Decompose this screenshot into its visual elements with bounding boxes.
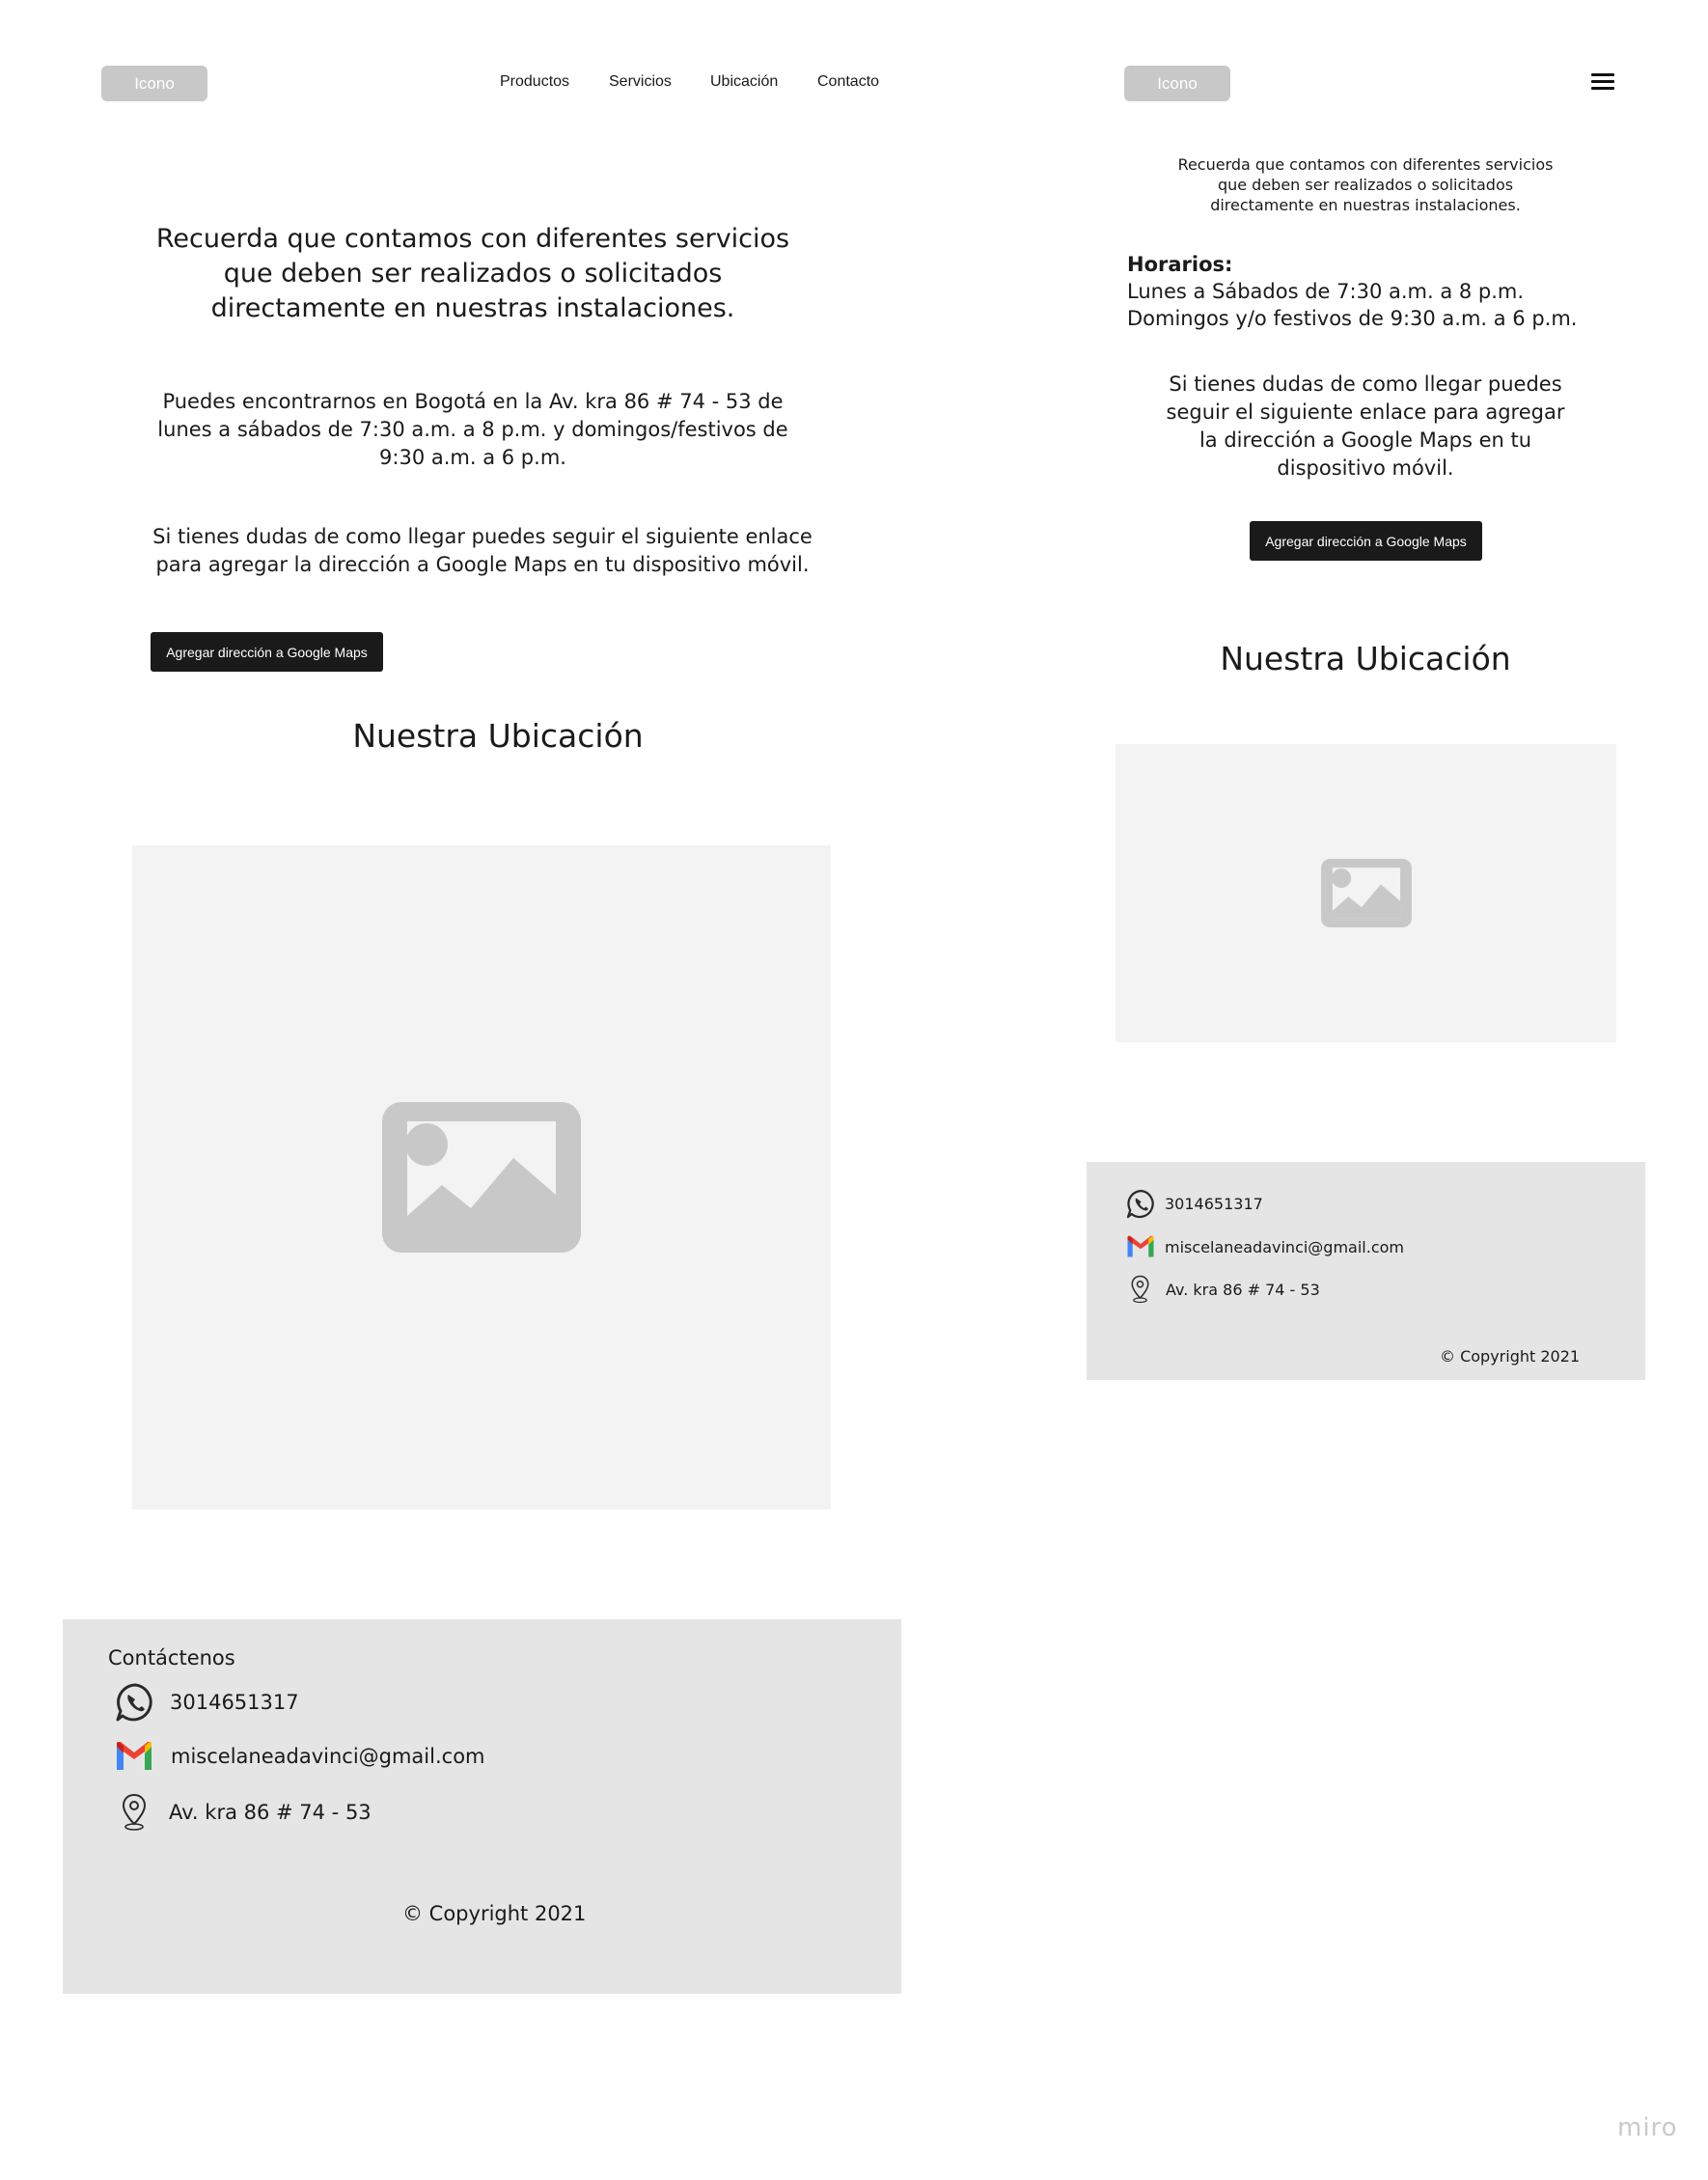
footer-phone-row: 3014651317	[114, 1681, 299, 1724]
mobile-maps-button-label: Agregar dirección a Google Maps	[1265, 533, 1467, 549]
mobile-map-placeholder	[1116, 744, 1616, 1042]
desktop-logo[interactable]: Icono	[101, 66, 207, 101]
mobile-footer-address-row: Av. kra 86 # 74 - 53	[1130, 1275, 1320, 1304]
footer-email[interactable]: miscelaneadavinci@gmail.com	[171, 1745, 485, 1768]
gmail-icon	[117, 1742, 152, 1770]
mobile-location-title: Nuestra Ubicación	[1220, 640, 1511, 677]
desktop-directions-text: Si tienes dudas de como llegar puedes se…	[152, 525, 813, 576]
image-placeholder-icon	[1320, 859, 1412, 927]
footer-email-row: miscelaneadavinci@gmail.com	[115, 1741, 485, 1772]
desktop-location-title: Nuestra Ubicación	[352, 717, 644, 755]
mobile-hours: Horarios: Lunes a Sábados de 7:30 a.m. a…	[1127, 251, 1577, 332]
mobile-footer-phone-row: 3014651317	[1125, 1188, 1263, 1220]
nav-productos[interactable]: Productos	[500, 73, 569, 91]
mobile-intro-text: Recuerda que contamos con diferentes ser…	[1177, 155, 1554, 214]
footer-address: Av. kra 86 # 74 - 53	[169, 1801, 372, 1824]
mobile-footer-address: Av. kra 86 # 74 - 53	[1166, 1280, 1320, 1299]
desktop-map-placeholder	[132, 845, 831, 1509]
footer-copyright: © Copyright 2021	[402, 1902, 587, 1925]
mobile-footer-email[interactable]: miscelaneadavinci@gmail.com	[1165, 1238, 1404, 1256]
footer-address-row: Av. kra 86 # 74 - 53	[121, 1793, 372, 1832]
mobile-footer: 3014651317 miscelaneadavinci@gmail.com A…	[1087, 1162, 1645, 1380]
mobile-footer-phone[interactable]: 3014651317	[1165, 1195, 1263, 1213]
image-placeholder-icon	[382, 1102, 581, 1253]
desktop-maps-button[interactable]: Agregar dirección a Google Maps	[151, 632, 383, 672]
mobile-directions-text: Si tienes dudas de como llegar puedes se…	[1166, 373, 1565, 480]
desktop-logo-label: Icono	[134, 73, 175, 93]
gmail-icon	[1127, 1235, 1154, 1257]
mobile-logo[interactable]: Icono	[1124, 66, 1230, 101]
desktop-intro-text: Recuerda que contamos con diferentes ser…	[155, 224, 790, 323]
footer-title: Contáctenos	[108, 1646, 235, 1669]
nav-contacto[interactable]: Contacto	[817, 73, 879, 91]
hamburger-menu-icon[interactable]	[1591, 69, 1614, 94]
nav-ubicacion[interactable]: Ubicación	[710, 73, 778, 91]
mobile-footer-email-row: miscelaneadavinci@gmail.com	[1126, 1235, 1404, 1258]
hours-title: Horarios:	[1127, 253, 1233, 276]
nav-servicios[interactable]: Servicios	[609, 73, 672, 91]
whatsapp-icon	[1126, 1189, 1154, 1219]
footer-phone[interactable]: 3014651317	[170, 1691, 299, 1714]
desktop-footer: Contáctenos 3014651317 miscelaneadavinci…	[63, 1619, 901, 1994]
miro-watermark: miro	[1617, 2113, 1678, 2142]
mobile-maps-button[interactable]: Agregar dirección a Google Maps	[1250, 521, 1482, 561]
desktop-address-info: Puedes encontrarnos en Bogotá en la Av. …	[157, 390, 788, 469]
location-pin-icon	[1131, 1275, 1149, 1304]
hours-weekend: Domingos y/o festivos de 9:30 a.m. a 6 p…	[1127, 307, 1578, 330]
desktop-maps-button-label: Agregar dirección a Google Maps	[166, 644, 368, 660]
location-pin-icon	[122, 1793, 147, 1831]
whatsapp-icon	[116, 1683, 152, 1722]
mobile-footer-copyright: © Copyright 2021	[1440, 1347, 1581, 1366]
mobile-logo-label: Icono	[1157, 73, 1198, 93]
hours-weekdays: Lunes a Sábados de 7:30 a.m. a 8 p.m.	[1127, 280, 1525, 303]
